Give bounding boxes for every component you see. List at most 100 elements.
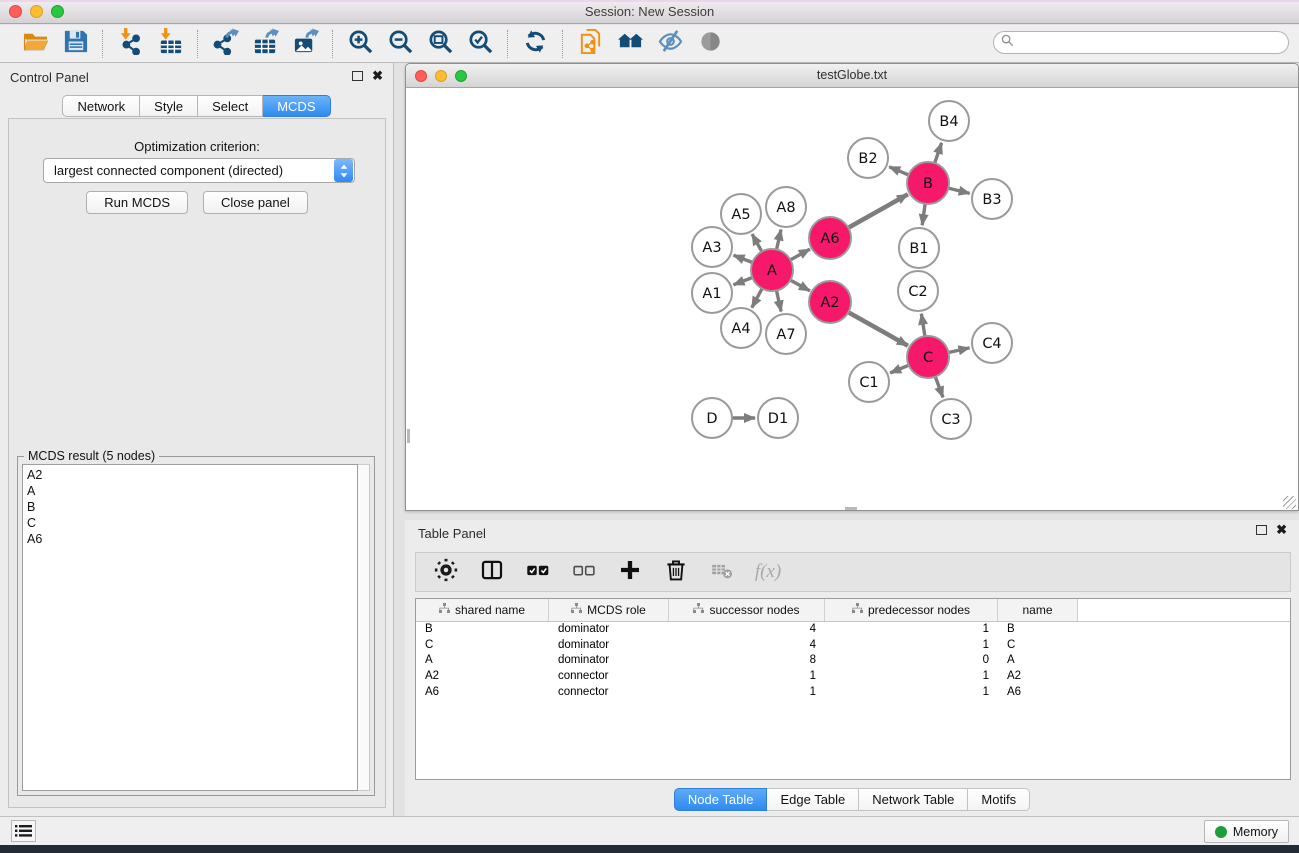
network-window-titlebar[interactable]: testGlobe.txt xyxy=(406,64,1298,88)
node-A4[interactable]: A4 xyxy=(721,308,761,348)
cell-predecessor-nodes[interactable]: 1 xyxy=(825,638,998,654)
cell-shared-name[interactable]: A xyxy=(416,653,549,669)
cell-predecessor-nodes[interactable]: 1 xyxy=(825,685,998,701)
network-file-button[interactable] xyxy=(575,29,605,59)
import-network-button[interactable] xyxy=(115,29,145,59)
node-B2[interactable]: B2 xyxy=(848,138,888,178)
tab-node-table[interactable]: Node Table xyxy=(674,788,768,811)
close-table-panel-icon[interactable]: ✖ xyxy=(1276,524,1287,536)
tab-network[interactable]: Network xyxy=(62,95,140,117)
export-image-button[interactable] xyxy=(290,29,320,59)
node-A5[interactable]: A5 xyxy=(721,194,761,234)
edge-B-B1[interactable] xyxy=(922,204,925,225)
tab-mcds[interactable]: MCDS xyxy=(263,95,330,117)
column-header-successor-nodes[interactable]: successor nodes xyxy=(669,599,825,621)
export-network-button[interactable] xyxy=(210,29,240,59)
cell-successor-nodes[interactable]: 4 xyxy=(669,622,825,638)
cell-MCDS-role[interactable]: connector xyxy=(549,685,669,701)
node-C1[interactable]: C1 xyxy=(849,362,889,402)
node-B[interactable]: B xyxy=(907,162,949,204)
save-button[interactable] xyxy=(60,29,90,59)
node-B4[interactable]: B4 xyxy=(929,101,969,141)
search-input[interactable] xyxy=(1014,34,1288,52)
edge-C-C3[interactable] xyxy=(935,377,943,398)
node-D1[interactable]: D1 xyxy=(758,398,798,438)
delete-column-button[interactable] xyxy=(660,557,692,587)
add-column-button[interactable] xyxy=(614,557,646,587)
edge-C-C1[interactable] xyxy=(890,365,909,373)
mcds-result-list[interactable]: A2ABCA6 xyxy=(22,464,358,791)
column-header-predecessor-nodes[interactable]: predecessor nodes xyxy=(825,599,998,621)
node-D[interactable]: D xyxy=(692,398,732,438)
export-table-button[interactable] xyxy=(250,29,280,59)
memory-button[interactable]: Memory xyxy=(1204,820,1289,843)
window-resize-grip[interactable] xyxy=(1283,496,1296,509)
node-B3[interactable]: B3 xyxy=(972,179,1012,219)
table-row[interactable]: A6connector11A6 xyxy=(416,685,1290,701)
close-panel-icon[interactable]: ✖ xyxy=(372,70,383,82)
result-item[interactable]: A xyxy=(27,483,353,499)
cell-shared-name[interactable]: B xyxy=(416,622,549,638)
tab-style[interactable]: Style xyxy=(140,95,198,117)
table-row[interactable]: Adominator80A xyxy=(416,653,1290,669)
cell-name[interactable]: C xyxy=(998,638,1078,654)
tab-network-table[interactable]: Network Table xyxy=(859,788,968,811)
node-A1[interactable]: A1 xyxy=(692,273,732,313)
search-box[interactable] xyxy=(993,31,1289,54)
result-item[interactable]: C xyxy=(27,515,353,531)
result-item[interactable]: A6 xyxy=(27,531,353,547)
cell-name[interactable]: A2 xyxy=(998,669,1078,685)
float-table-panel-icon[interactable] xyxy=(1256,525,1267,535)
node-A8[interactable]: A8 xyxy=(766,187,806,227)
cell-predecessor-nodes[interactable]: 1 xyxy=(825,669,998,685)
optimization-criterion-select[interactable]: largest connected component (directed) xyxy=(43,158,355,183)
cell-MCDS-role[interactable]: dominator xyxy=(549,653,669,669)
cell-name[interactable]: A6 xyxy=(998,685,1078,701)
cell-MCDS-role[interactable]: dominator xyxy=(549,638,669,654)
import-table-button[interactable] xyxy=(155,29,185,59)
tab-edge-table[interactable]: Edge Table xyxy=(767,788,859,811)
visibility-off-button[interactable] xyxy=(655,29,685,59)
cell-name[interactable]: B xyxy=(998,622,1078,638)
result-scrollbar[interactable] xyxy=(358,464,370,791)
eye-button[interactable] xyxy=(695,29,725,59)
close-panel-button[interactable]: Close panel xyxy=(203,191,308,214)
node-C[interactable]: C xyxy=(907,336,949,378)
cell-predecessor-nodes[interactable]: 0 xyxy=(825,653,998,669)
column-header-MCDS-role[interactable]: MCDS role xyxy=(549,599,669,621)
edge-A6-B[interactable] xyxy=(848,194,908,227)
table-row[interactable]: A2connector11A2 xyxy=(416,669,1290,685)
tab-select[interactable]: Select xyxy=(198,95,263,117)
edge-A-A2[interactable] xyxy=(790,280,810,291)
cell-successor-nodes[interactable]: 1 xyxy=(669,685,825,701)
float-panel-icon[interactable] xyxy=(352,71,363,81)
edge-C-C4[interactable] xyxy=(949,348,970,353)
cell-predecessor-nodes[interactable]: 1 xyxy=(825,622,998,638)
edge-A-A3[interactable] xyxy=(734,255,753,262)
open-folder-button[interactable] xyxy=(20,29,50,59)
cell-name[interactable]: A xyxy=(998,653,1078,669)
zoom-in-button[interactable] xyxy=(345,29,375,59)
cell-shared-name[interactable]: C xyxy=(416,638,549,654)
node-C4[interactable]: C4 xyxy=(972,323,1012,363)
column-header-shared-name[interactable]: shared name xyxy=(416,599,549,621)
zoom-out-button[interactable] xyxy=(385,29,415,59)
edge-B-B2[interactable] xyxy=(889,167,908,175)
edge-A-A1[interactable] xyxy=(734,278,753,285)
cell-successor-nodes[interactable]: 1 xyxy=(669,669,825,685)
edge-C-C2[interactable] xyxy=(921,314,925,337)
vertical-scroll-indicator[interactable] xyxy=(407,429,410,443)
edge-B-B4[interactable] xyxy=(935,143,942,163)
task-history-button[interactable] xyxy=(11,820,36,842)
column-view-button[interactable] xyxy=(476,557,508,587)
edge-B-B3[interactable] xyxy=(948,188,969,193)
zoom-fit-button[interactable] xyxy=(425,29,455,59)
cell-shared-name[interactable]: A6 xyxy=(416,685,549,701)
refresh-button[interactable] xyxy=(520,29,550,59)
result-item[interactable]: B xyxy=(27,499,353,515)
edge-A-A6[interactable] xyxy=(790,249,810,260)
cell-successor-nodes[interactable]: 4 xyxy=(669,638,825,654)
edge-A-A7[interactable] xyxy=(777,291,782,312)
node-B1[interactable]: B1 xyxy=(899,228,939,268)
cell-shared-name[interactable]: A2 xyxy=(416,669,549,685)
